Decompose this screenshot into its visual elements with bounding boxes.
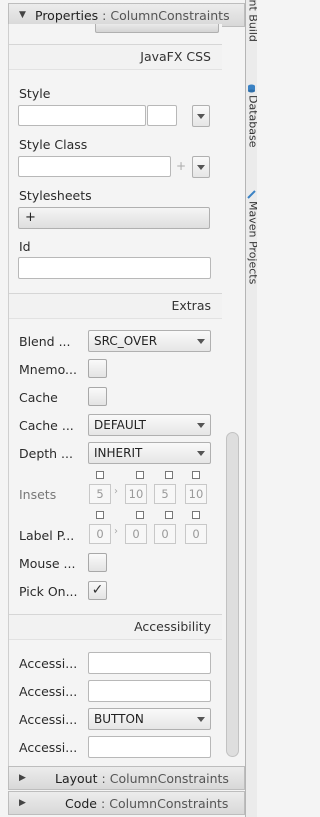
chevron-down-icon [197, 717, 205, 722]
stylesheets-label: Stylesheets [19, 188, 92, 203]
code-pane-header[interactable]: ▶ Code : ColumnConstraints [8, 791, 245, 815]
accessible-text-label: Accessi... [19, 656, 78, 671]
pane-subject: ColumnConstraints [109, 770, 229, 786]
inspector-panel: ▼ Properties : ColumnConstraints JavaFX … [0, 0, 246, 817]
padding-lock-checkbox[interactable] [165, 511, 173, 519]
mouse-transparent-checkbox[interactable] [88, 553, 107, 572]
expanded-triangle-icon: ▼ [19, 10, 26, 20]
truncated-control[interactable] [95, 24, 219, 33]
pane-separator: : [101, 770, 106, 786]
insets-top-field[interactable]: 5 [89, 484, 111, 504]
chevron-down-icon [197, 114, 205, 119]
depth-test-value: INHERIT [94, 446, 143, 460]
cache-hint-label: Cache ... [19, 418, 74, 433]
style-input[interactable] [18, 105, 146, 126]
blend-mode-label: Blend ... [19, 334, 71, 349]
id-input[interactable] [18, 257, 211, 279]
blend-mode-select[interactable]: SRC_OVER [88, 330, 211, 352]
pane-title: Layout [55, 770, 98, 786]
style-class-input[interactable] [18, 156, 171, 177]
pane-separator: : [101, 795, 106, 811]
chevron-down-icon [197, 165, 205, 170]
vertical-scrollbar[interactable] [226, 432, 239, 757]
insets-lock-checkbox[interactable] [96, 471, 104, 479]
link-arrow-icon: › [114, 526, 118, 537]
insets-lock-checkbox[interactable] [165, 471, 173, 479]
mnemonic-parsing-checkbox[interactable] [88, 359, 107, 378]
maven-icon [247, 190, 256, 199]
accessible-role-value: BUTTON [94, 712, 144, 726]
blend-mode-value: SRC_OVER [94, 334, 158, 348]
mnemonic-parsing-label: Mnemo... [19, 362, 77, 377]
tool-window-ant-build[interactable]: Ant Build [246, 0, 258, 42]
properties-content: JavaFX CSS Style Style Class + Styleshee… [8, 24, 222, 766]
id-label: Id [19, 239, 31, 254]
cache-label: Cache [19, 390, 58, 405]
accessible-role-select[interactable]: BUTTON [88, 708, 211, 730]
mouse-transparent-label: Mouse ... [19, 556, 76, 571]
insets-lock-checkbox[interactable] [136, 471, 144, 479]
depth-test-select[interactable]: INHERIT [88, 442, 211, 464]
tool-window-label: Ant Build [246, 0, 258, 42]
pane-subject: ColumnConstraints [110, 7, 230, 23]
padding-lock-checkbox[interactable] [136, 511, 144, 519]
database-icon [248, 84, 255, 93]
tool-window-label: Database [246, 95, 258, 148]
insets-left-field[interactable]: 10 [185, 484, 207, 504]
cache-hint-select[interactable]: DEFAULT [88, 414, 211, 436]
padding-left-field[interactable]: 0 [185, 524, 207, 544]
pick-on-bounds-checkbox[interactable]: ✓ [88, 581, 107, 600]
padding-lock-checkbox[interactable] [192, 511, 200, 519]
section-header-extras: Extras [9, 293, 222, 319]
add-stylesheet-button[interactable]: + [18, 207, 210, 229]
pane-title: Code [65, 795, 98, 811]
accessible-text-input[interactable] [88, 652, 211, 674]
pane-subject: ColumnConstraints [109, 795, 229, 811]
accessible-role-description-label: Accessi... [19, 740, 78, 755]
tool-window-strip: Ant Build Database Maven Projects [246, 0, 257, 817]
style-value-field[interactable] [147, 105, 177, 126]
style-label: Style [19, 86, 51, 101]
tool-window-maven-projects[interactable]: Maven Projects [246, 190, 257, 284]
pane-separator: : [102, 7, 107, 23]
insets-bottom-field[interactable]: 5 [154, 484, 176, 504]
chevron-down-icon [197, 423, 205, 428]
tool-window-label: Maven Projects [246, 201, 258, 285]
chevron-down-icon [197, 339, 205, 344]
style-class-label: Style Class [19, 137, 88, 152]
insets-label: Insets [19, 487, 57, 502]
padding-top-field[interactable]: 0 [89, 524, 111, 544]
cache-checkbox[interactable] [88, 387, 107, 406]
pick-on-bounds-label: Pick On... [19, 584, 78, 599]
padding-right-field[interactable]: 0 [125, 524, 147, 544]
collapsed-triangle-icon: ▶ [19, 773, 26, 783]
depth-test-label: Depth ... [19, 446, 73, 461]
padding-bottom-field[interactable]: 0 [154, 524, 176, 544]
label-padding-label: Label P... [19, 528, 75, 543]
tool-window-database[interactable]: Database [246, 84, 257, 148]
style-dropdown-button[interactable] [192, 105, 210, 127]
insets-lock-checkbox[interactable] [192, 471, 200, 479]
padding-lock-checkbox[interactable] [96, 511, 104, 519]
section-header-accessibility: Accessibility [9, 614, 222, 640]
link-arrow-icon: › [114, 486, 118, 497]
accessible-role-label: Accessi... [19, 712, 78, 727]
layout-pane-header[interactable]: ▶ Layout : ColumnConstraints [8, 766, 245, 790]
chevron-down-icon [197, 451, 205, 456]
pane-title: Properties [35, 7, 99, 23]
accessible-role-description-input[interactable] [88, 736, 211, 758]
style-class-dropdown-button[interactable] [192, 156, 210, 178]
accessible-help-input[interactable] [88, 680, 211, 702]
accessible-help-label: Accessi... [19, 684, 78, 699]
section-header-javafx-css: JavaFX CSS [9, 44, 222, 70]
add-style-class-icon[interactable]: + [176, 159, 186, 173]
collapsed-triangle-icon: ▶ [19, 798, 26, 808]
cache-hint-value: DEFAULT [94, 418, 146, 432]
insets-right-field[interactable]: 10 [125, 484, 147, 504]
